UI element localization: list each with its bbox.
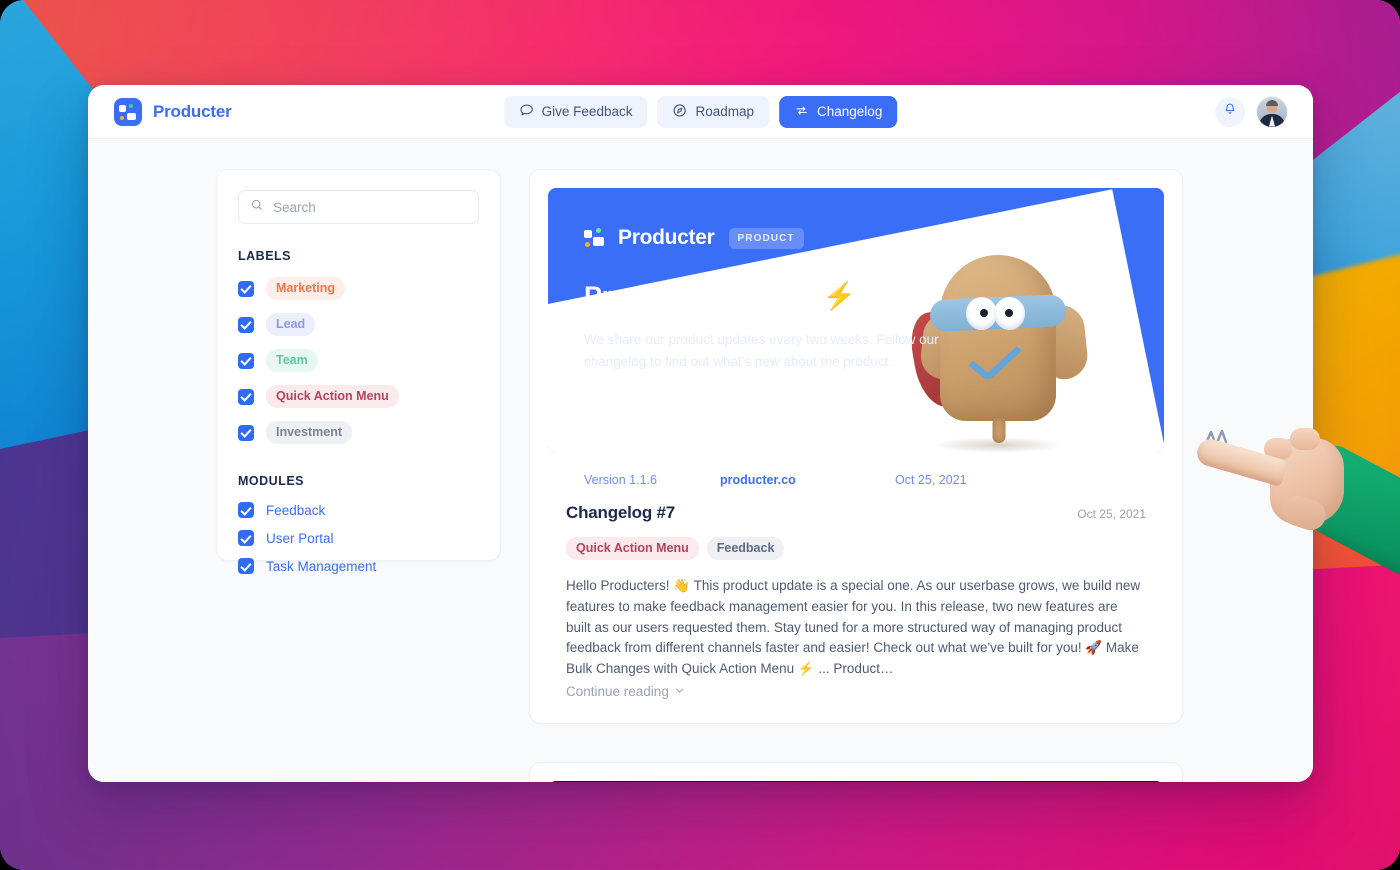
- screen: Producter Give Feedback Roadmap Changelo…: [0, 0, 1400, 870]
- label-filter-row[interactable]: Quick Action Menu: [238, 385, 479, 408]
- producter-logo-icon: [584, 228, 606, 248]
- product-badge: PRODUCT: [728, 227, 804, 249]
- label-filter-row[interactable]: Marketing: [238, 277, 479, 300]
- checkbox-checked-icon[interactable]: [238, 388, 254, 405]
- site-link[interactable]: producter.co: [720, 473, 895, 487]
- nav-give-feedback[interactable]: Give Feedback: [503, 95, 648, 128]
- banner-brand-name: Producter: [618, 226, 715, 249]
- label-chip: Lead: [266, 313, 316, 336]
- checkbox-checked-icon[interactable]: [238, 352, 254, 369]
- next-update-banner: [548, 780, 1164, 782]
- search-input[interactable]: [273, 199, 467, 215]
- nav-label: Changelog: [817, 104, 883, 119]
- search-icon: [250, 198, 264, 217]
- version-label: Version 1.1.6: [584, 473, 657, 487]
- module-filter-row[interactable]: User Portal: [238, 530, 479, 546]
- module-label: Feedback: [266, 502, 326, 518]
- chat-bubble-icon: [519, 103, 534, 121]
- changelog-header: Changelog #7 Oct 25, 2021: [548, 503, 1164, 523]
- continue-reading-label: Continue reading: [566, 683, 669, 699]
- label-chip: Marketing: [266, 277, 346, 300]
- app-body: LABELS Marketing Lead Team Quick Action Men…: [88, 139, 1313, 782]
- modules-section-title: MODULES: [238, 474, 304, 488]
- app-window: Producter Give Feedback Roadmap Changelo…: [88, 85, 1313, 782]
- changelog-tag[interactable]: Feedback: [706, 537, 785, 560]
- filters-sidebar: LABELS Marketing Lead Team Quick Action Men…: [216, 169, 501, 574]
- nav-changelog[interactable]: Changelog: [779, 95, 898, 128]
- banner-title: Product Update #7 ⚡: [584, 281, 857, 311]
- primary-nav: Give Feedback Roadmap Changelog: [503, 95, 898, 128]
- nav-label: Roadmap: [695, 104, 755, 119]
- checkbox-checked-icon[interactable]: [238, 280, 254, 297]
- checkbox-checked-icon[interactable]: [238, 316, 254, 333]
- compass-icon: [672, 103, 687, 121]
- changelog-icon: [794, 103, 809, 121]
- header-actions: [1215, 96, 1287, 127]
- labels-list: Marketing Lead Team Quick Action Menu Invest…: [238, 277, 479, 444]
- module-filter-row[interactable]: Task Management: [238, 558, 479, 574]
- app-header: Producter Give Feedback Roadmap Changelo…: [88, 85, 1313, 139]
- brand-logo[interactable]: Producter: [114, 97, 232, 126]
- nav-label: Give Feedback: [541, 104, 633, 119]
- label-chip: Quick Action Menu: [266, 385, 399, 408]
- next-changelog-card: [529, 761, 1183, 782]
- module-label: User Portal: [266, 530, 334, 546]
- update-meta-row: Version 1.1.6 producter.co Oct 25, 2021: [548, 453, 1164, 491]
- changelog-body: Hello Producters! 👋 This product update …: [566, 578, 1141, 677]
- modules-list: Feedback User Portal Task Management: [238, 502, 479, 574]
- banner-brand: Producter PRODUCT: [584, 226, 978, 250]
- bell-icon: [1223, 102, 1237, 121]
- checkbox-checked-icon[interactable]: [238, 502, 254, 518]
- checkbox-checked-icon[interactable]: [238, 530, 254, 546]
- checkbox-checked-icon[interactable]: [238, 424, 254, 441]
- nav-roadmap[interactable]: Roadmap: [657, 95, 770, 128]
- label-filter-row[interactable]: Investment: [238, 421, 479, 444]
- chevron-down-icon: [674, 684, 685, 699]
- producter-logo-icon: [114, 97, 142, 126]
- changelog-tag[interactable]: Quick Action Menu: [566, 537, 699, 560]
- publish-date: Oct 25, 2021: [895, 473, 967, 487]
- changelog-tags: Quick Action Menu Feedback: [548, 537, 1164, 560]
- notifications-button[interactable]: [1215, 96, 1245, 127]
- changelog-date: Oct 25, 2021: [1077, 507, 1146, 521]
- product-update-banner: Producter PRODUCT Product Update #7 ⚡ We…: [548, 188, 1164, 453]
- module-filter-row[interactable]: Feedback: [238, 502, 479, 518]
- label-filter-row[interactable]: Team: [238, 349, 479, 372]
- banner-description: We share our product updates every two w…: [584, 332, 939, 369]
- main-content: Producter PRODUCT Product Update #7 ⚡ We…: [529, 169, 1313, 782]
- changelog-card: Producter PRODUCT Product Update #7 ⚡ We…: [529, 169, 1183, 724]
- label-filter-row[interactable]: Lead: [238, 313, 479, 336]
- continue-reading-button[interactable]: Continue reading: [548, 684, 703, 699]
- brand-name: Producter: [153, 101, 232, 121]
- module-label: Task Management: [266, 558, 377, 574]
- search-field[interactable]: [238, 190, 479, 224]
- avatar[interactable]: [1257, 96, 1287, 127]
- label-chip: Team: [266, 349, 318, 372]
- labels-section-title: LABELS: [238, 249, 291, 263]
- label-chip: Investment: [266, 421, 352, 444]
- checkbox-checked-icon[interactable]: [238, 558, 254, 574]
- changelog-title: Changelog #7: [566, 503, 676, 522]
